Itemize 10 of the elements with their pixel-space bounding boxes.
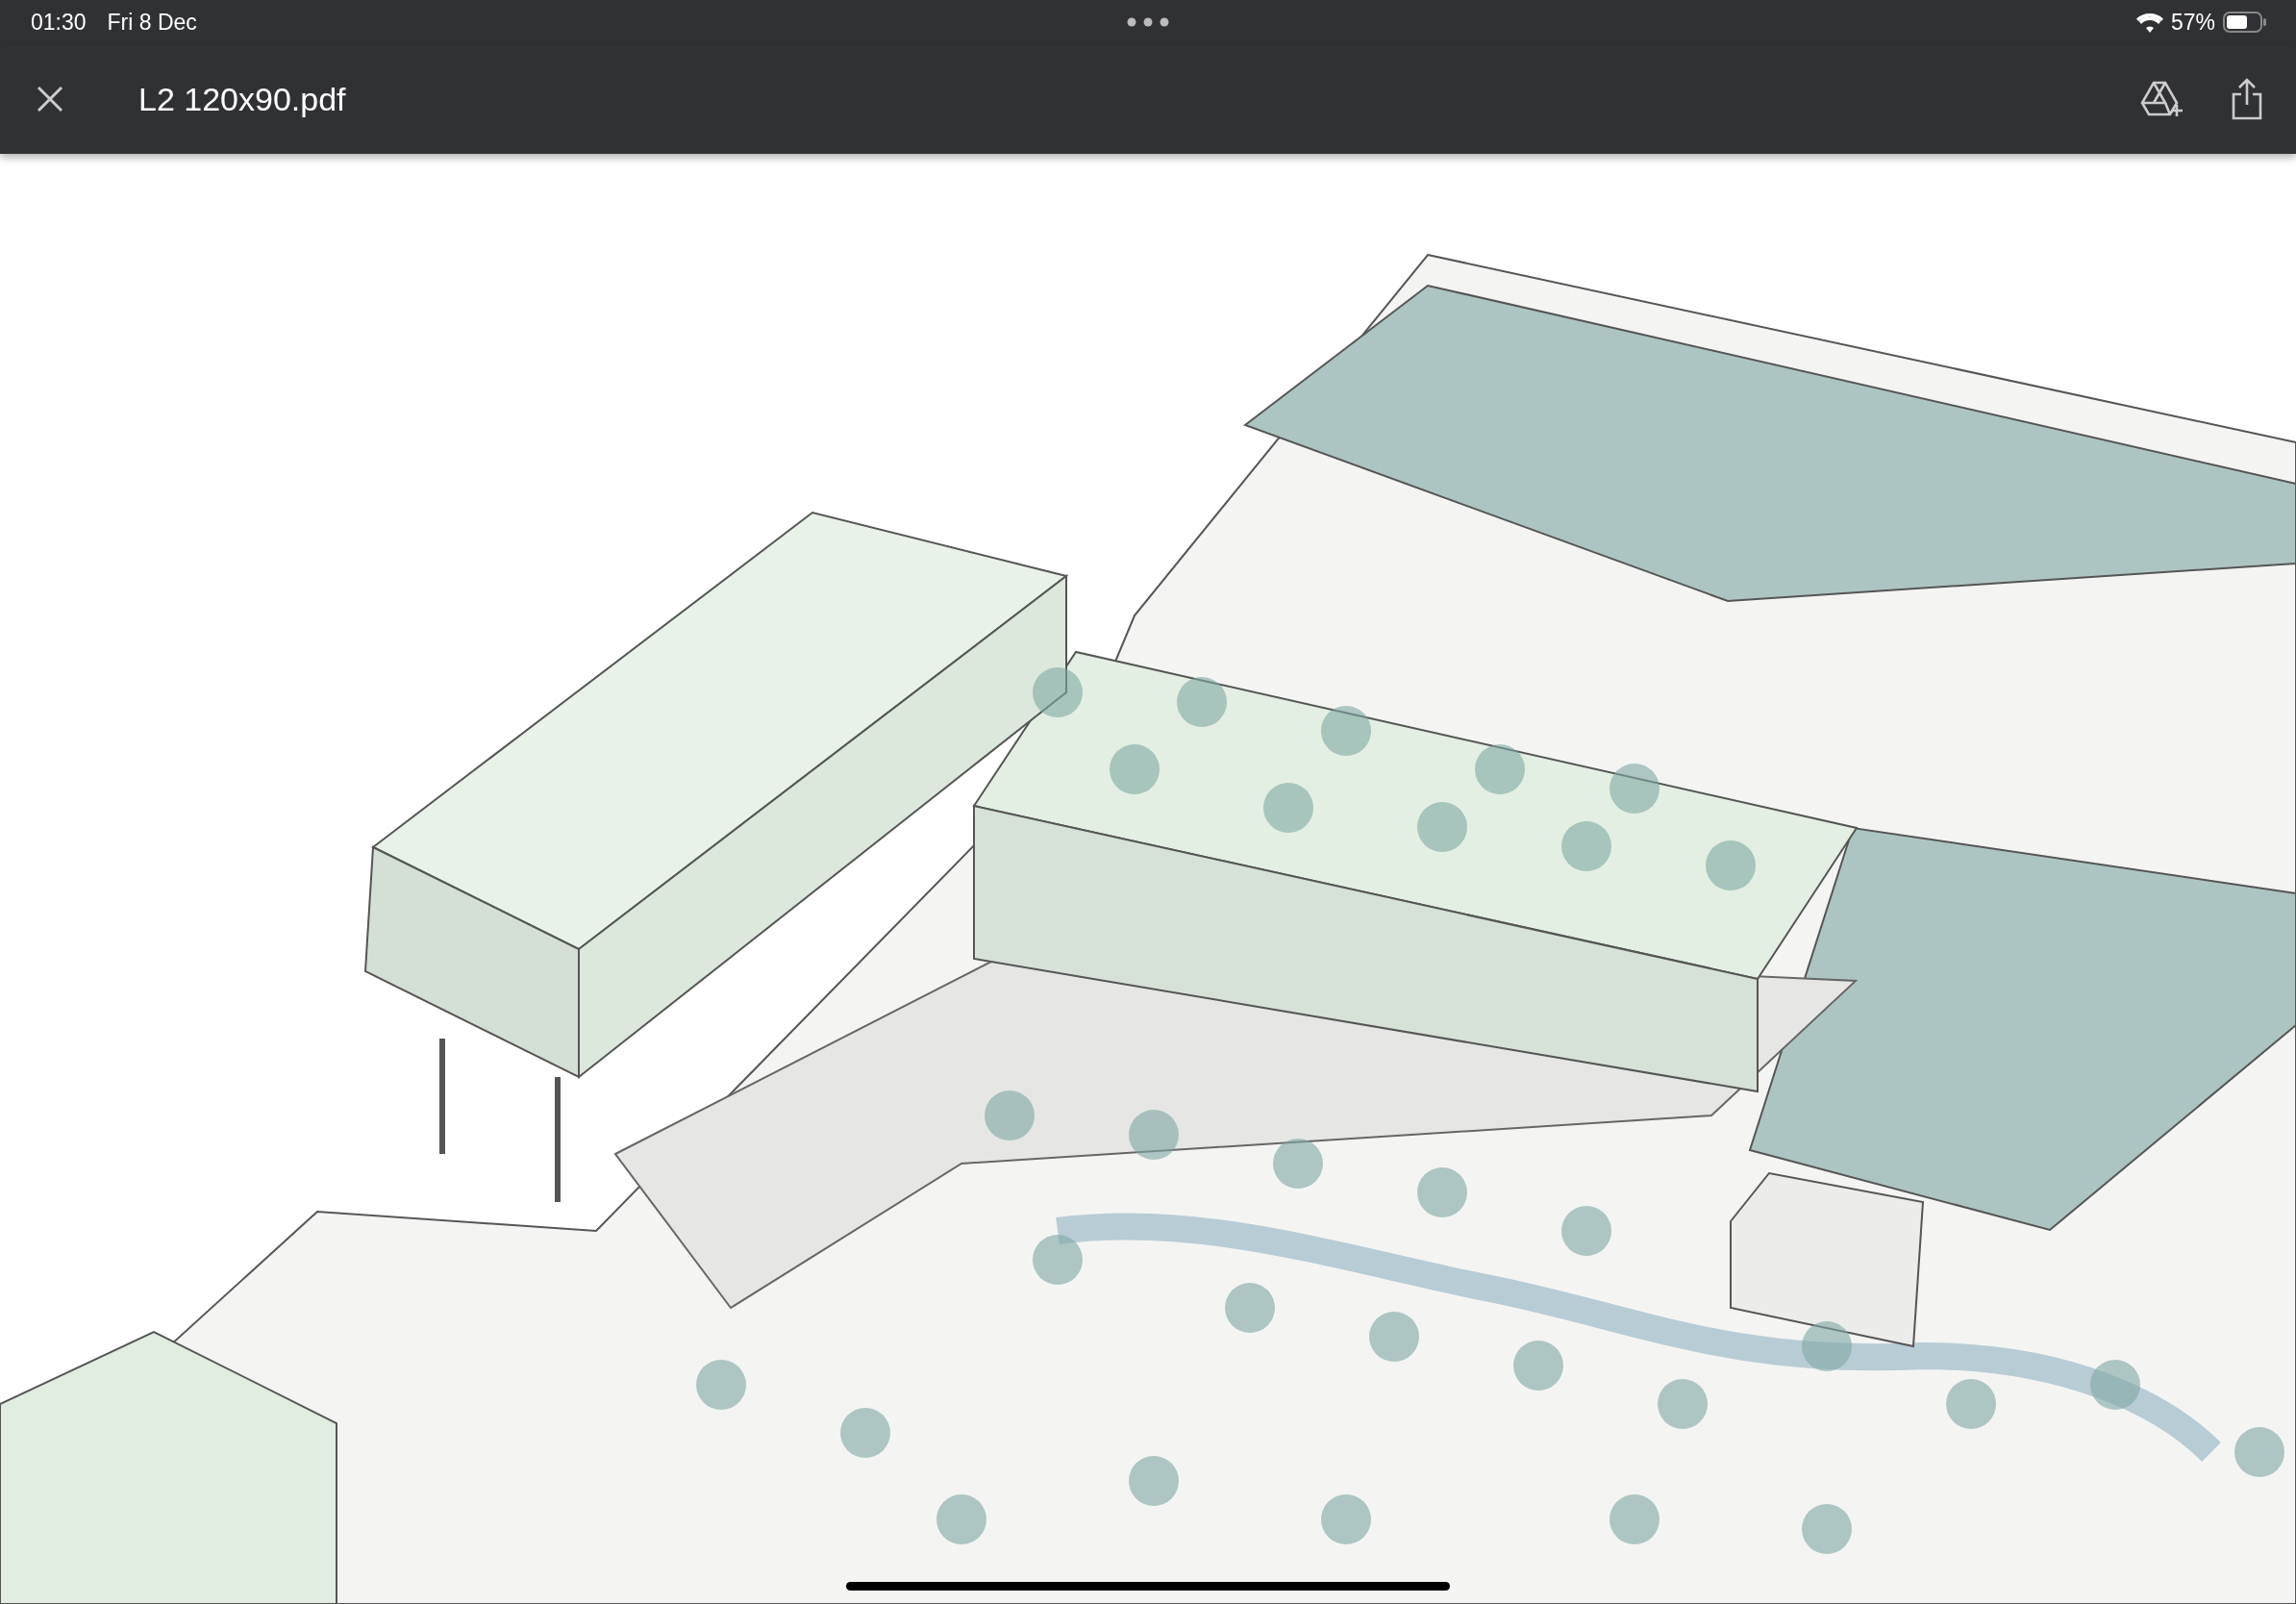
wifi-icon [2135, 12, 2163, 33]
share-icon [2231, 78, 2263, 120]
battery-percentage: 57% [2170, 9, 2215, 36]
status-time: 01:30 [31, 9, 87, 36]
document-title: L2 120x90.pdf [138, 80, 347, 118]
drive-add-icon [2140, 80, 2184, 118]
battery-icon [2223, 12, 2267, 33]
close-icon [37, 86, 63, 113]
more-icon[interactable] [1127, 17, 1169, 27]
status-date: Fri 8 Dec [107, 9, 197, 36]
